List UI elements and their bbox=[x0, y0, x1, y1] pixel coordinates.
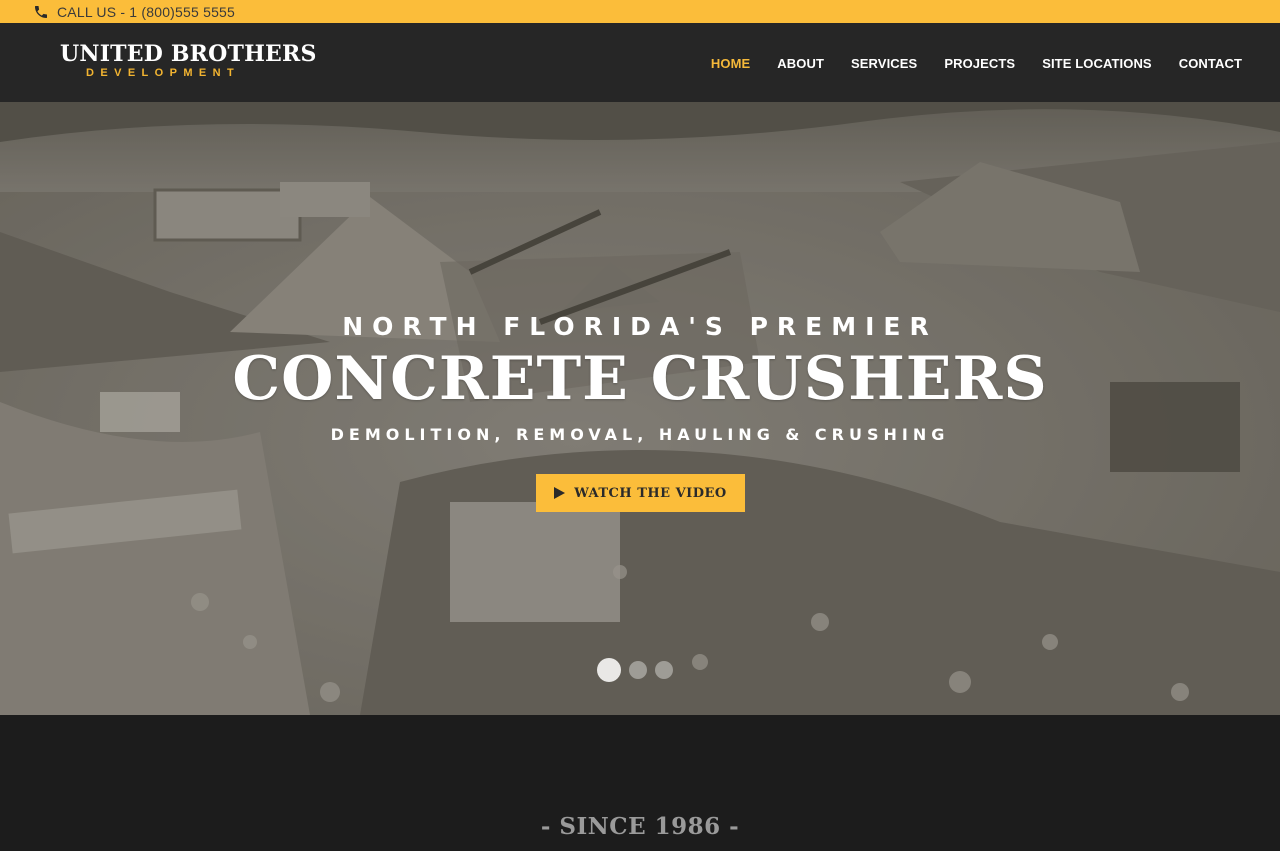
nav-item-site-locations[interactable]: SITE LOCATIONS bbox=[1042, 56, 1152, 71]
hero-title: CONCRETE CRUSHERS bbox=[232, 344, 1048, 414]
nav-item-services[interactable]: SERVICES bbox=[851, 56, 917, 71]
logo-tagline: DEVELOPMENT bbox=[86, 67, 241, 79]
site-header: UNITED BROTHERS DEVELOPMENT HOME ABOUT S… bbox=[0, 23, 1280, 102]
hero-subtitle: DEMOLITION, REMOVAL, HAULING & CRUSHING bbox=[330, 425, 950, 444]
watch-video-label: WATCH THE VIDEO bbox=[574, 485, 727, 501]
slider-dot-3[interactable] bbox=[655, 661, 673, 679]
slider-dot-2[interactable] bbox=[629, 661, 647, 679]
top-contact-bar: CALL US - 1 (800)555 5555 bbox=[0, 0, 1280, 23]
nav-item-about[interactable]: ABOUT bbox=[777, 56, 824, 71]
hero-kicker: NORTH FLORIDA'S PREMIER bbox=[342, 312, 938, 341]
watch-video-button[interactable]: WATCH THE VIDEO bbox=[536, 474, 745, 512]
hero-slider: NORTH FLORIDA'S PREMIER CONCRETE CRUSHER… bbox=[0, 102, 1280, 715]
phone-icon bbox=[35, 5, 47, 18]
nav-item-home[interactable]: HOME bbox=[711, 56, 750, 71]
site-logo[interactable]: UNITED BROTHERS DEVELOPMENT bbox=[60, 41, 317, 79]
nav-item-contact[interactable]: CONTACT bbox=[1179, 56, 1242, 71]
since-heading: - SINCE 1986 - bbox=[540, 813, 740, 840]
main-nav: HOME ABOUT SERVICES PROJECTS SITE LOCATI… bbox=[684, 56, 1242, 71]
nav-item-projects[interactable]: PROJECTS bbox=[944, 56, 1015, 71]
slider-dot-1[interactable] bbox=[597, 658, 621, 682]
slider-pagination bbox=[597, 658, 673, 682]
phone-number-link[interactable]: CALL US - 1 (800)555 5555 bbox=[57, 4, 235, 20]
logo-name: UNITED BROTHERS bbox=[60, 41, 317, 67]
play-icon bbox=[554, 487, 566, 499]
